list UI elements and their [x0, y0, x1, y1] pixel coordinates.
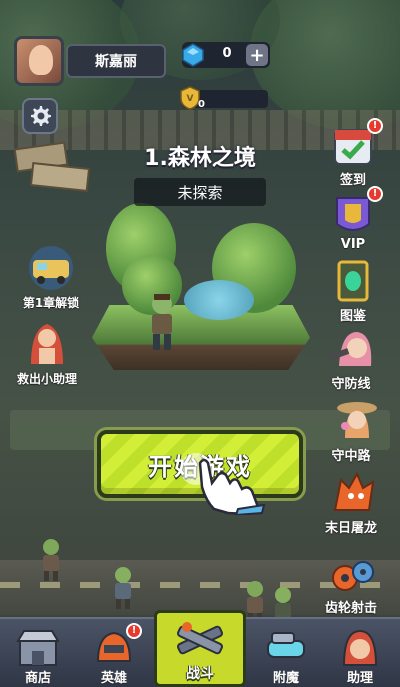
add-gems-button[interactable]: + [246, 44, 268, 66]
codex-label: 图鉴 [339, 309, 366, 324]
rescue-assistant-label: 救出小助理 [16, 372, 77, 386]
rescue-assistant[interactable]: 救出小助理 [12, 318, 82, 387]
stage-status: 未探索 [134, 178, 266, 206]
nav-enchant[interactable]: 附魔 [248, 619, 324, 687]
nav-battle-label: 战斗 [186, 666, 214, 682]
assistant-portrait-icon [31, 324, 63, 364]
avatar[interactable] [14, 36, 64, 86]
daily-checkin[interactable]: ! 签到 [318, 118, 388, 188]
hero-character [152, 294, 172, 350]
codex-icon-wrap [329, 258, 377, 304]
defend-middle-mode[interactable]: 守中路 [316, 398, 386, 464]
player-profile[interactable]: 斯嘉丽 [14, 36, 166, 86]
vip-label: VIP [340, 237, 366, 252]
checkin-label: 签到 [339, 173, 366, 188]
camper-van-icon [29, 246, 73, 290]
vip-progress[interactable]: V 0 [180, 86, 268, 110]
nav-battle[interactable]: 战斗 [154, 610, 246, 687]
tap-hand-icon [180, 453, 266, 515]
defend-line-label: 守防线 [331, 377, 371, 392]
nav-assistant[interactable]: 助理 [322, 619, 398, 687]
gem-count: 0 [222, 46, 232, 61]
zombie-figure [115, 567, 131, 609]
gear-icon [31, 106, 51, 126]
dragon-slay-mode[interactable]: 末日屠龙 [316, 470, 386, 536]
notification-badge: ! [367, 186, 383, 202]
cowgirl-icon [337, 402, 377, 438]
battle-icon-wrap [173, 619, 227, 663]
dragon-slay-label: 末日屠龙 [324, 521, 377, 536]
book-gem-icon [337, 260, 369, 302]
settings-button[interactable] [22, 98, 58, 134]
gear-shoot-mode[interactable]: 齿轮射击 [316, 556, 386, 616]
assistant-icon-wrap [338, 627, 382, 667]
svg-text:V: V [187, 94, 194, 104]
nav-shop[interactable]: 商店 [0, 619, 76, 687]
notification-badge: ! [126, 623, 142, 639]
defend-line-mode[interactable]: 守防线 [316, 326, 386, 392]
checkin-icon-wrap: ! [329, 118, 383, 168]
nav-enchant-label: 附魔 [272, 671, 299, 686]
player-name: 斯嘉丽 [66, 44, 166, 78]
plus-icon: + [249, 44, 265, 66]
dragon-icon [333, 471, 375, 511]
stage-title: 1.森林之境 [144, 146, 256, 171]
enchant-icon-wrap [264, 627, 308, 667]
dragon-icon-wrap [327, 470, 375, 516]
gear-shoot-label: 齿轮射击 [324, 601, 377, 616]
island-pond [184, 280, 254, 320]
heroes-icon-wrap: ! [92, 623, 142, 667]
nav-heroes-label: 英雄 [100, 671, 127, 686]
codex-feature[interactable]: 图鉴 [318, 258, 388, 324]
vip-feature[interactable]: ! VIP [318, 186, 388, 252]
gem-counter: 0 + [182, 42, 270, 68]
enchant-cannon-icon [267, 632, 305, 658]
crossed-guns-icon [177, 622, 223, 655]
defend-middle-icon-wrap [327, 398, 377, 444]
gem-icon [182, 43, 204, 67]
chapter-unlock[interactable]: 第1章解锁 [16, 244, 86, 311]
wooden-signpost [14, 141, 91, 192]
gear-shoot-icon-wrap [327, 556, 375, 596]
vip-shield-icon: V [180, 86, 200, 110]
zombie-figure [43, 539, 59, 581]
chapter-unlock-label: 第1章解锁 [22, 296, 80, 310]
nav-shop-label: 商店 [24, 671, 51, 686]
gunner-girl-icon [326, 332, 372, 366]
defend-line-icon-wrap [326, 326, 375, 372]
notification-badge: ! [367, 118, 383, 134]
shop-icon-wrap [16, 627, 60, 667]
nav-heroes[interactable]: ! 英雄 [76, 619, 152, 687]
defend-middle-label: 守中路 [331, 449, 371, 464]
gears-icon [332, 561, 374, 591]
shop-icon [16, 630, 60, 666]
nav-assistant-label: 助理 [346, 671, 373, 686]
assistant-girl-icon [342, 629, 378, 666]
vip-level: 0 [198, 99, 205, 110]
stage-island[interactable] [92, 195, 310, 370]
vip-icon-wrap: ! [329, 186, 383, 236]
